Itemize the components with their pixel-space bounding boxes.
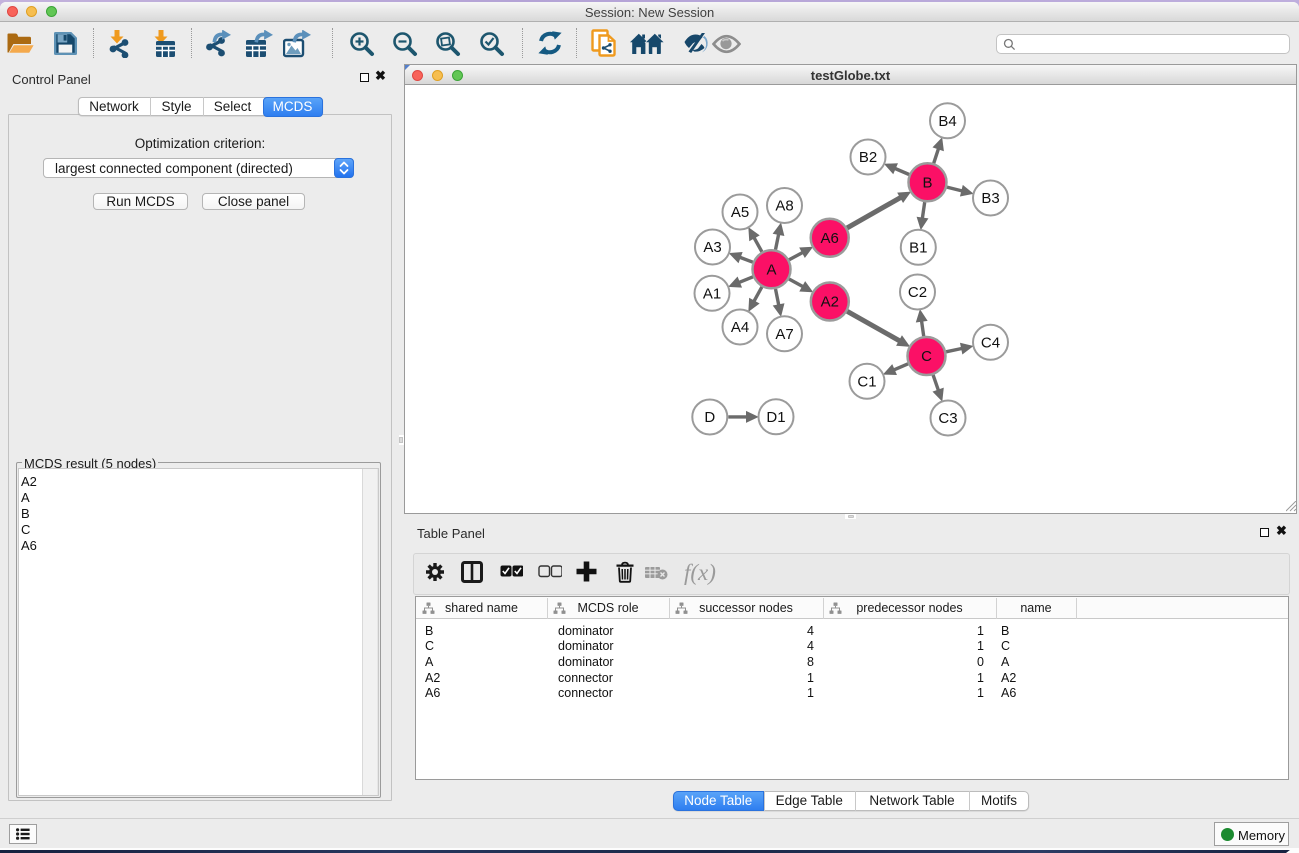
svg-text:B2: B2 — [859, 149, 877, 166]
svg-text:B4: B4 — [938, 113, 956, 130]
svg-text:A7: A7 — [775, 326, 793, 343]
svg-text:B1: B1 — [909, 239, 927, 256]
svg-text:D1: D1 — [766, 409, 785, 426]
svg-text:A2: A2 — [821, 294, 839, 311]
svg-text:C1: C1 — [857, 373, 876, 390]
svg-text:D: D — [704, 409, 715, 426]
svg-text:C4: C4 — [981, 334, 1000, 351]
svg-text:C: C — [921, 348, 932, 365]
svg-text:A6: A6 — [821, 230, 839, 247]
svg-text:A3: A3 — [703, 239, 721, 256]
svg-text:B: B — [922, 174, 932, 191]
svg-text:A4: A4 — [731, 319, 749, 336]
svg-text:A8: A8 — [775, 198, 793, 215]
svg-text:A: A — [766, 261, 776, 278]
svg-text:B3: B3 — [981, 190, 999, 207]
svg-text:A1: A1 — [703, 285, 721, 302]
svg-text:C2: C2 — [908, 284, 927, 301]
svg-text:C3: C3 — [938, 410, 957, 427]
svg-text:A5: A5 — [731, 204, 749, 221]
